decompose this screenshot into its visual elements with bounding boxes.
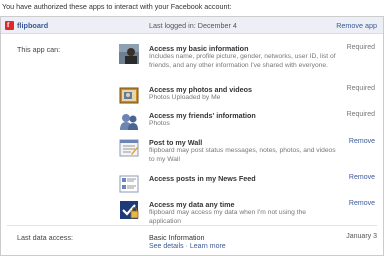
permission-item: Access my data any time flipboard may ac… <box>119 200 381 228</box>
friends-icon <box>119 111 139 131</box>
app-header: f flipboard Last logged in: December 4 R… <box>1 17 383 34</box>
permission-item: Access my photos and videos Photos Uploa… <box>119 85 381 105</box>
permission-description: Photos <box>149 120 170 127</box>
remove-permission-link[interactable]: Remove <box>349 200 375 209</box>
remove-permission-link[interactable]: Remove <box>349 174 375 183</box>
see-details-link[interactable]: See details <box>149 243 184 250</box>
divider <box>7 225 377 226</box>
permission-description: flipboard may post status messages, note… <box>149 147 336 163</box>
remove-permission-link[interactable]: Remove <box>349 138 375 147</box>
photos-icon <box>119 85 139 105</box>
permission-description: Photos Uploaded by Me <box>149 94 221 101</box>
permission-item: Access my basic information Includes nam… <box>119 44 381 78</box>
permission-title: Post to my Wall <box>149 138 203 147</box>
news-feed-icon <box>119 174 139 194</box>
permission-description: flipboard may access my data when I'm no… <box>149 209 307 225</box>
permission-title: Access posts in my News Feed <box>149 174 256 183</box>
permission-title: Access my friends' information <box>149 111 256 120</box>
permissions-label: This app can: <box>17 45 61 54</box>
permission-status: Required <box>346 85 375 92</box>
permission-title: Access my data any time <box>149 200 235 209</box>
permission-item: Access posts in my News Feed Remove <box>119 174 381 194</box>
offline-access-icon <box>119 200 139 220</box>
intro-text: You have authorized these apps to intera… <box>2 2 232 11</box>
permission-title: Access my photos and videos <box>149 85 253 94</box>
wall-post-icon <box>119 138 139 158</box>
app-name-link[interactable]: flipboard <box>17 21 48 30</box>
app-settings-panel: f flipboard Last logged in: December 4 R… <box>0 16 384 256</box>
permission-item: Access my friends' information Photos Re… <box>119 111 381 131</box>
data-access-title: Basic Information <box>149 233 205 242</box>
data-access-links: See details · Learn more <box>149 243 226 252</box>
permission-status: Required <box>346 44 375 51</box>
last-data-access-label: Last data access: <box>17 233 73 242</box>
last-login-text: Last logged in: December 4 <box>149 21 237 30</box>
data-access-date: January 3 <box>346 233 377 240</box>
permission-status: Required <box>346 111 375 118</box>
permission-title: Access my basic information <box>149 44 249 53</box>
learn-more-link[interactable]: Learn more <box>190 243 226 250</box>
flipboard-logo-icon: f <box>5 21 14 30</box>
profile-photo-icon <box>119 44 139 64</box>
permission-item: Post to my Wall flipboard may post statu… <box>119 138 381 166</box>
link-separator: · <box>185 243 188 250</box>
remove-app-link[interactable]: Remove app <box>336 21 377 30</box>
permission-description: Includes name, profile picture, gender, … <box>149 53 336 69</box>
